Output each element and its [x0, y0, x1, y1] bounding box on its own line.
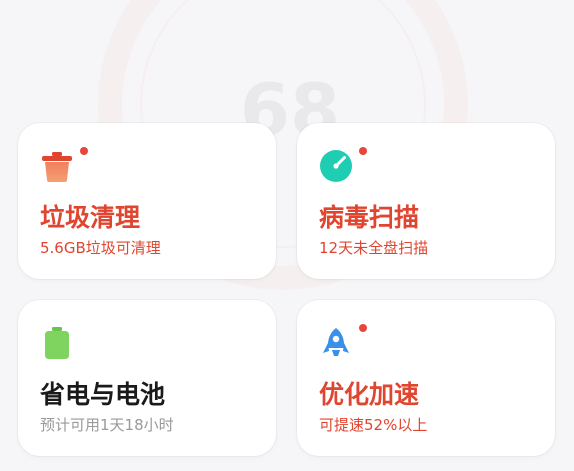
card-title: 省电与电池 [40, 380, 166, 409]
card-title: 垃圾清理 [40, 203, 141, 232]
card-subtitle: 预计可用1天18小时 [40, 416, 174, 434]
battery-icon [45, 327, 69, 359]
card-title: 病毒扫描 [319, 203, 420, 232]
card-subtitle: 5.6GB垃圾可清理 [40, 239, 161, 257]
battery-card[interactable]: 省电与电池 预计可用1天18小时 [18, 300, 276, 456]
alert-dot [359, 324, 367, 332]
card-subtitle: 12天未全盘扫描 [319, 239, 429, 257]
boost-card[interactable]: 优化加速 可提速52%以上 [297, 300, 555, 456]
rocket-icon [323, 328, 349, 356]
security-dashboard: 68 垃圾清理 5.6GB垃圾可清理 病毒扫描 12天未全盘扫描 省电与电池 预… [0, 0, 574, 471]
card-subtitle: 可提速52%以上 [319, 416, 428, 434]
alert-dot [359, 147, 367, 155]
virus-scan-card[interactable]: 病毒扫描 12天未全盘扫描 [297, 123, 555, 279]
card-title: 优化加速 [319, 380, 420, 409]
virus-scan-icon [320, 150, 352, 182]
alert-dot [80, 147, 88, 155]
trash-can-icon [42, 152, 72, 182]
junk-clean-card[interactable]: 垃圾清理 5.6GB垃圾可清理 [18, 123, 276, 279]
